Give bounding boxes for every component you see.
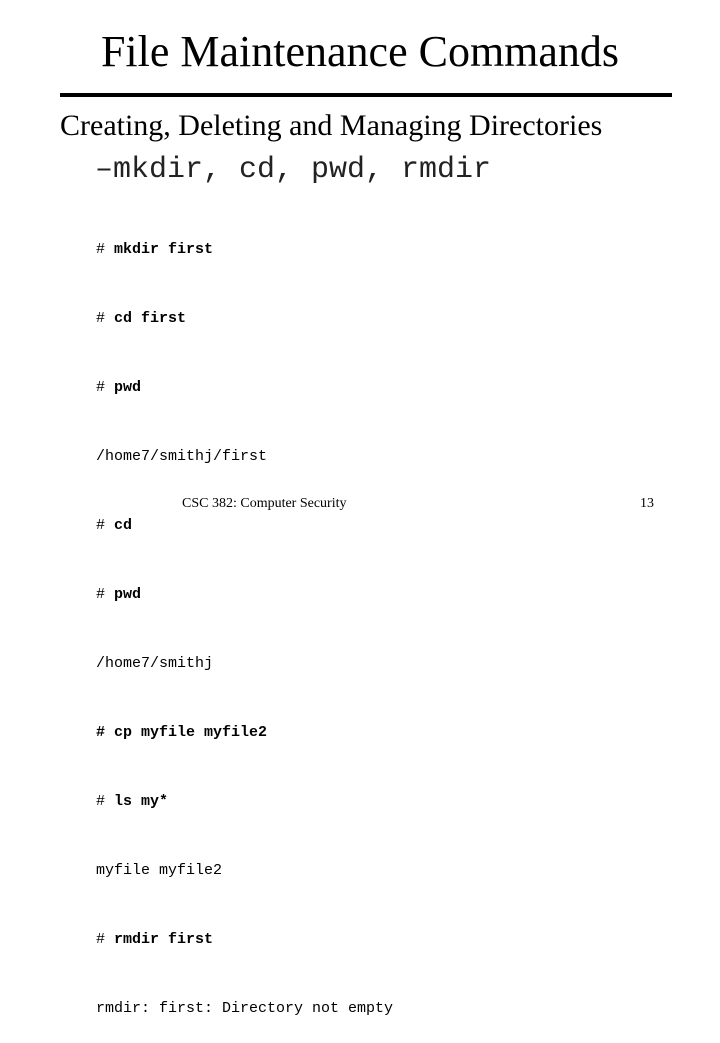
command-text: pwd [114, 379, 142, 396]
output-text: /home7/smithj/first [96, 448, 268, 465]
terminal-line: # cp myfile myfile2 [96, 721, 393, 744]
command-text: pwd [114, 586, 142, 603]
command-text: cp myfile myfile2 [114, 724, 268, 741]
prompt: # [96, 379, 115, 396]
prompt: # [96, 241, 115, 258]
terminal-line: # rmdir first [96, 928, 393, 951]
prompt: # [96, 586, 115, 603]
prompt: # [96, 310, 115, 327]
terminal-line: # pwd [96, 376, 393, 399]
command-text: mkdir first [114, 241, 214, 258]
output-text: rmdir: first: Directory not empty [96, 1000, 394, 1017]
prompt: # [96, 793, 115, 810]
terminal-line: myfile myfile2 [96, 859, 393, 882]
section-heading: Creating, Deleting and Managing Director… [60, 109, 603, 142]
command-text: rmdir first [114, 931, 214, 948]
footer-page-number: 13 [640, 496, 654, 511]
command-list-subheading: –mkdir, cd, pwd, rmdir [95, 153, 492, 187]
terminal-line: # cd first [96, 307, 393, 330]
title-divider [60, 93, 672, 97]
terminal-line: # ls my* [96, 790, 393, 813]
terminal-line: # pwd [96, 583, 393, 606]
prompt: # [96, 724, 115, 741]
terminal-line: /home7/smithj/first [96, 445, 393, 468]
slide-title: File Maintenance Commands [100, 27, 620, 76]
terminal-transcript: # mkdir first # cd first # pwd /home7/sm… [96, 192, 393, 1043]
terminal-line: /home7/smithj [96, 652, 393, 675]
command-text: cd [114, 517, 133, 534]
output-text: myfile myfile2 [96, 862, 223, 879]
command-text: ls my* [114, 793, 169, 810]
footer-course-name: CSC 382: Computer Security [182, 496, 347, 511]
prompt: # [96, 517, 115, 534]
command-text: cd first [114, 310, 187, 327]
terminal-line: rmdir: first: Directory not empty [96, 997, 393, 1020]
prompt: # [96, 931, 115, 948]
terminal-line: # mkdir first [96, 238, 393, 261]
output-text: /home7/smithj [96, 655, 214, 672]
terminal-line: # cd [96, 514, 393, 537]
